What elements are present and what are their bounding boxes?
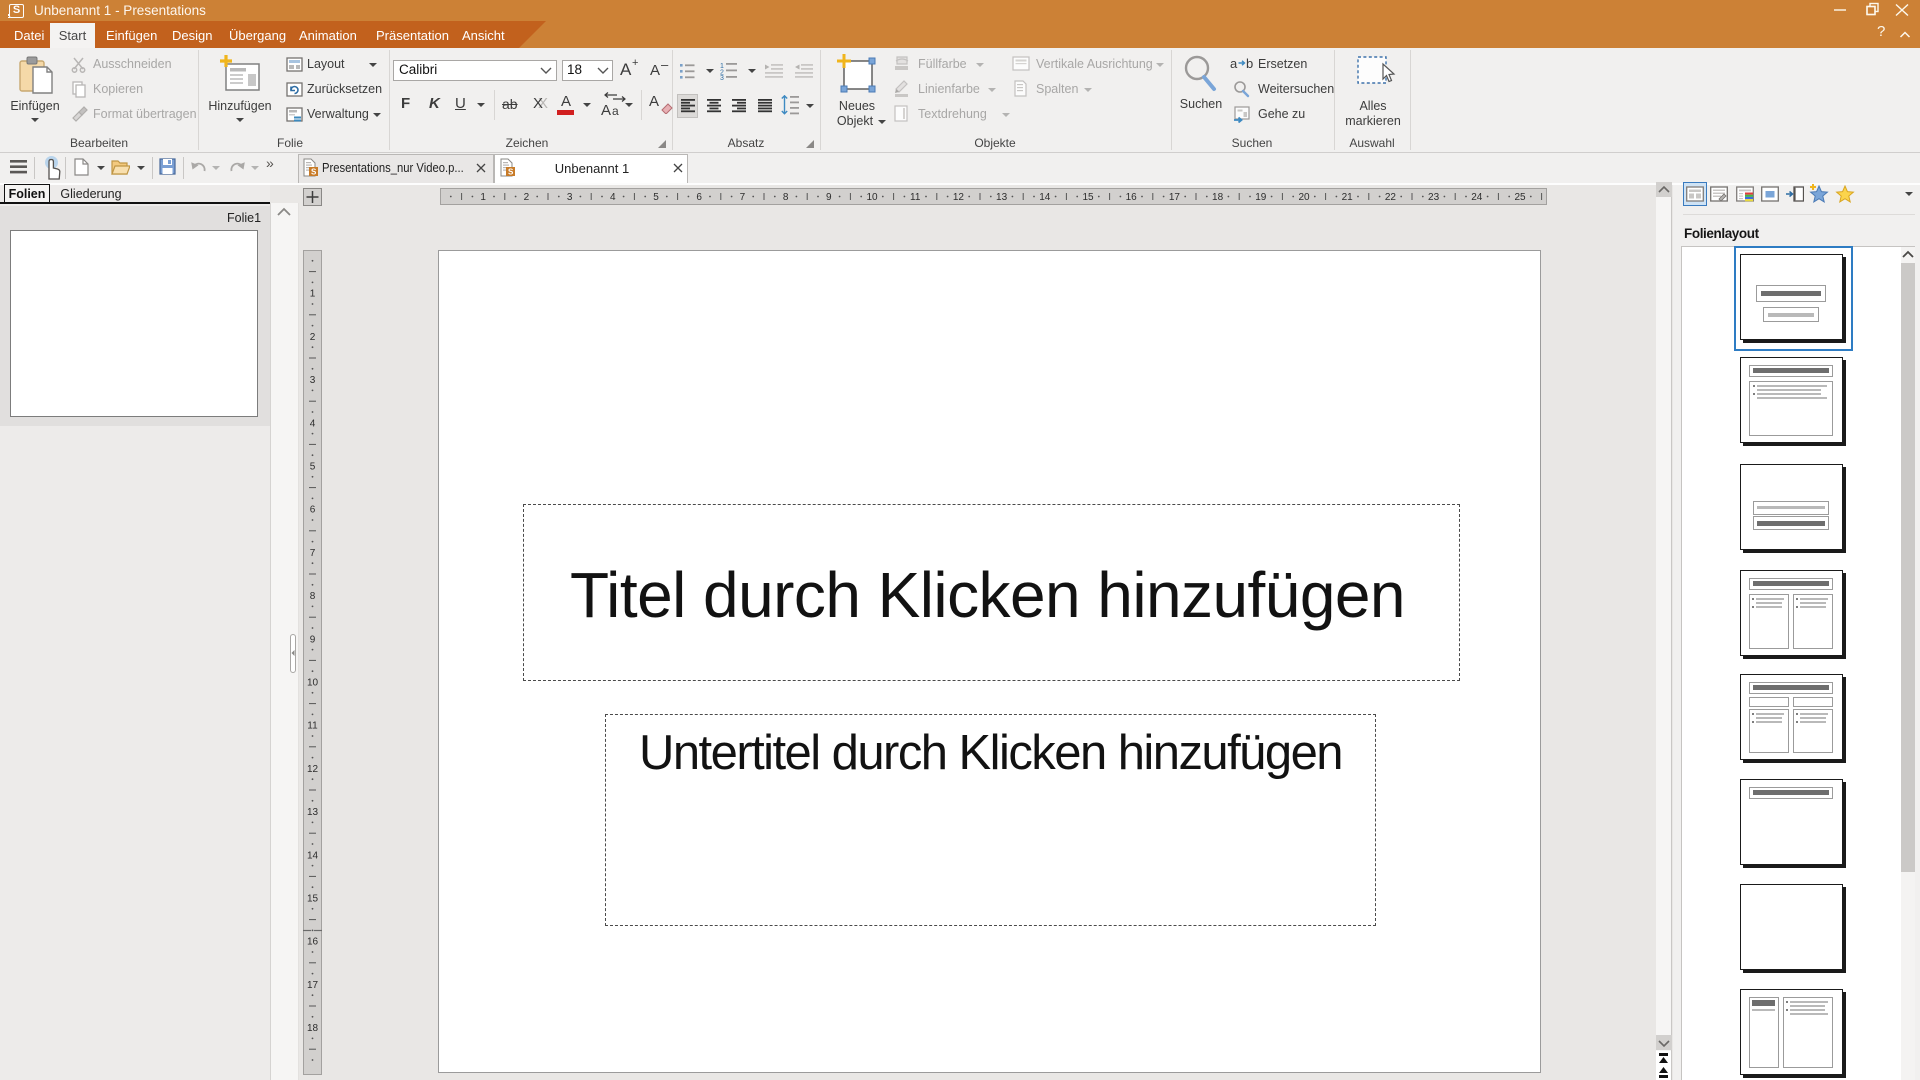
- svg-text:b: b: [1246, 56, 1253, 71]
- svg-text:3: 3: [720, 75, 724, 80]
- svg-text:1: 1: [310, 289, 316, 300]
- svg-text:14: 14: [1039, 192, 1051, 203]
- svg-text:13: 13: [996, 192, 1008, 203]
- svg-text:3: 3: [310, 375, 316, 386]
- svg-text:S: S: [311, 168, 317, 177]
- svg-text:2: 2: [524, 192, 530, 203]
- svg-text:A: A: [601, 102, 611, 118]
- svg-text:15: 15: [307, 894, 319, 905]
- svg-text:24: 24: [1471, 192, 1483, 203]
- svg-text:22: 22: [1385, 192, 1397, 203]
- svg-text:11: 11: [307, 721, 318, 732]
- svg-text:9: 9: [310, 634, 316, 645]
- svg-text:21: 21: [1342, 192, 1354, 203]
- svg-text:3: 3: [567, 192, 573, 203]
- svg-text:S: S: [508, 168, 514, 177]
- svg-text:12: 12: [953, 192, 965, 203]
- svg-text:19: 19: [1255, 192, 1267, 203]
- svg-text:12: 12: [307, 764, 319, 775]
- svg-text:2: 2: [310, 332, 316, 343]
- svg-text:18: 18: [1212, 192, 1224, 203]
- svg-text:4: 4: [610, 192, 616, 203]
- svg-text:1: 1: [480, 192, 486, 203]
- svg-text:23: 23: [1428, 192, 1440, 203]
- svg-text:10: 10: [307, 678, 319, 689]
- svg-text:18: 18: [307, 1023, 319, 1034]
- svg-text:17: 17: [307, 980, 319, 991]
- svg-text:25: 25: [1514, 192, 1526, 203]
- svg-text:8: 8: [310, 591, 316, 602]
- svg-text:11: 11: [910, 192, 921, 203]
- svg-text:4: 4: [310, 418, 316, 429]
- svg-text:16: 16: [1126, 192, 1138, 203]
- svg-text:6: 6: [696, 192, 702, 203]
- svg-text:10: 10: [866, 192, 878, 203]
- svg-text:14: 14: [307, 850, 319, 861]
- svg-text:17: 17: [1169, 192, 1181, 203]
- svg-text:a: a: [1230, 56, 1238, 71]
- svg-text:7: 7: [740, 192, 746, 203]
- svg-text:16: 16: [307, 937, 319, 948]
- svg-text:a: a: [612, 104, 619, 118]
- svg-text:6: 6: [310, 505, 316, 516]
- svg-text:7: 7: [310, 548, 316, 559]
- svg-text:9: 9: [826, 192, 832, 203]
- svg-text:5: 5: [653, 192, 659, 203]
- svg-text:15: 15: [1082, 192, 1094, 203]
- svg-text:13: 13: [307, 807, 319, 818]
- svg-text:5: 5: [310, 462, 316, 473]
- svg-text:20: 20: [1298, 192, 1310, 203]
- svg-text:8: 8: [783, 192, 789, 203]
